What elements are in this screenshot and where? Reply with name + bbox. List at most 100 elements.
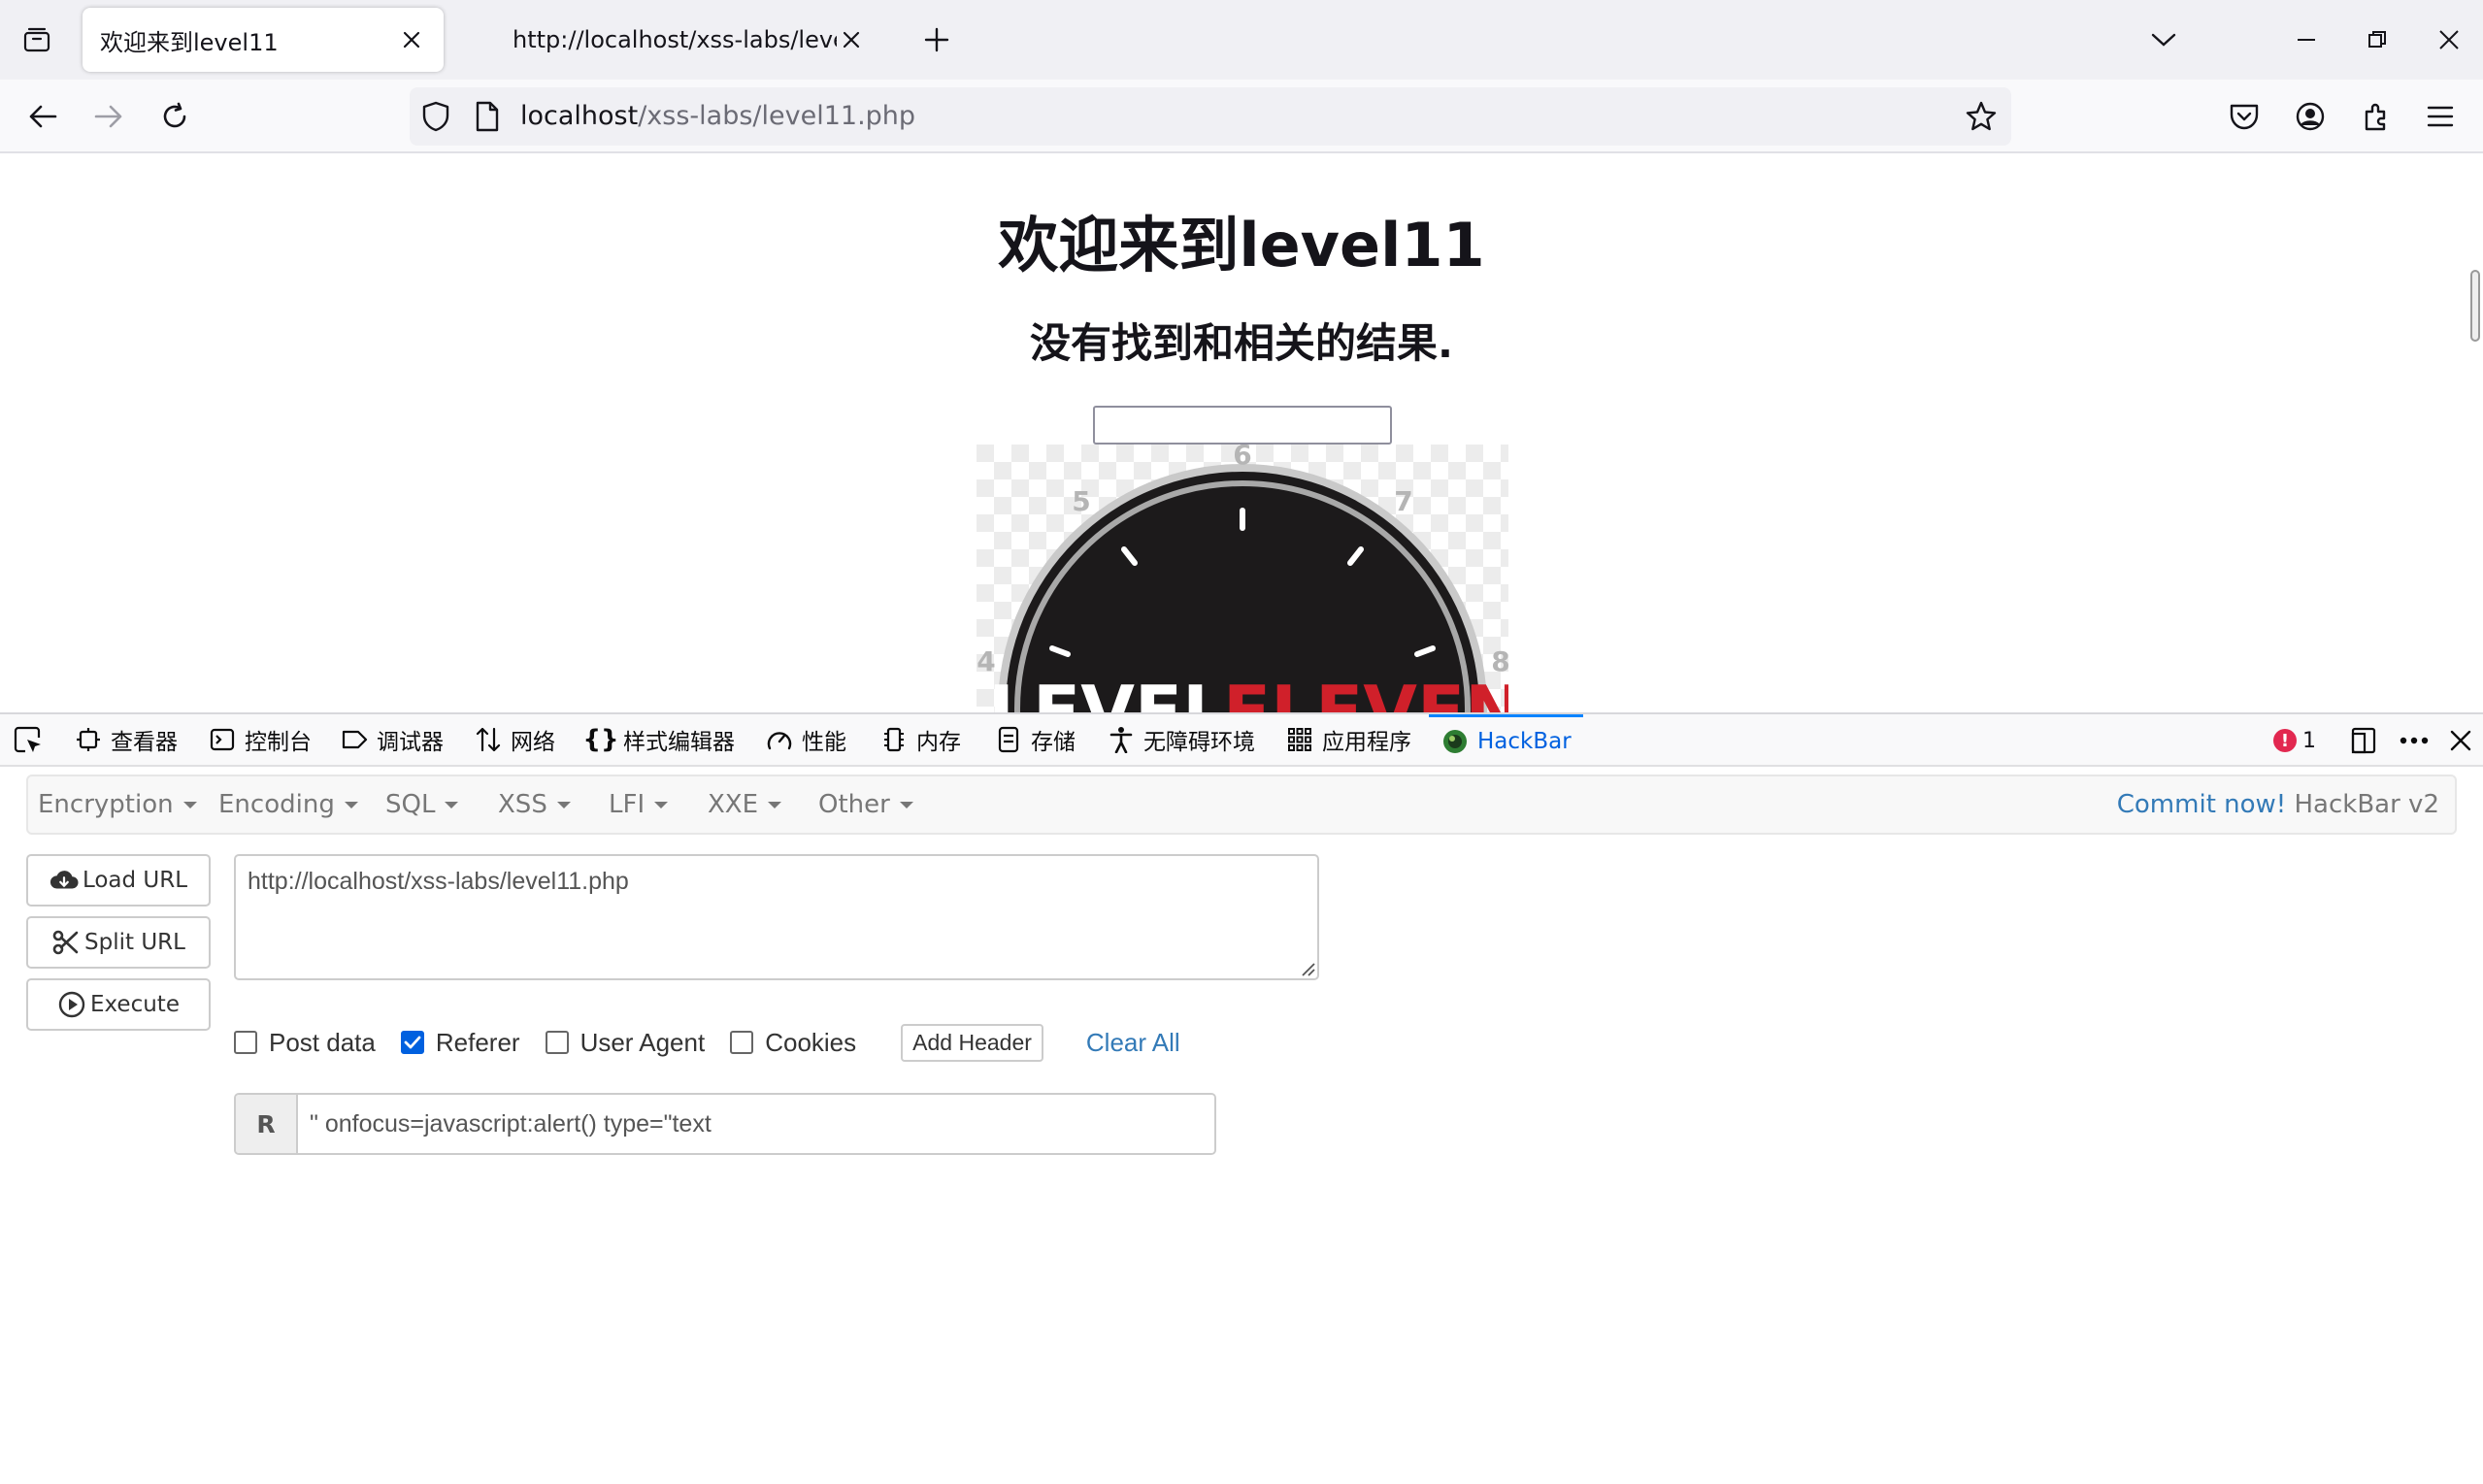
menu-label: Encoding	[218, 790, 335, 819]
account-icon[interactable]	[2287, 93, 2334, 140]
dial-number: 6	[1233, 445, 1251, 471]
split-url-button[interactable]: Split URL	[26, 916, 211, 969]
load-url-button[interactable]: Load URL	[26, 854, 211, 907]
error-count-badge[interactable]: ! 1	[2273, 724, 2316, 757]
checkbox-label: Referer	[435, 1027, 520, 1057]
tab-level11[interactable]: 欢迎来到level11	[83, 8, 444, 72]
forward-arrow-icon[interactable]	[85, 93, 132, 140]
caret-down-icon	[344, 801, 358, 808]
cloud-download-icon	[50, 866, 79, 895]
tab-label: 存储	[1031, 730, 1076, 755]
dial-number: 7	[1394, 485, 1412, 517]
application-icon	[1285, 725, 1314, 754]
tab-performance[interactable]: 性能	[765, 714, 846, 765]
shield-icon[interactable]	[419, 100, 452, 137]
close-tab-icon[interactable]	[837, 25, 866, 54]
checkbox-label: User Agent	[579, 1027, 706, 1057]
url-bar[interactable]: localhost/xss-labs/level11.php	[410, 87, 2011, 146]
tab-label: 内存	[916, 730, 961, 755]
referer-header-row: R " onfocus=javascript:alert() type="tex…	[234, 1093, 1216, 1155]
close-window-icon[interactable]	[2427, 17, 2471, 62]
hackbar-version: HackBar v2	[2294, 790, 2440, 819]
performance-icon	[765, 725, 794, 754]
menu-label: SQL	[385, 790, 436, 819]
tab-strip: 欢迎来到level11 http://localhost/xss-labs/le…	[0, 0, 2483, 80]
referer-input[interactable]: " onfocus=javascript:alert() type="text	[298, 1095, 1214, 1153]
tab-memory[interactable]: 内存	[879, 714, 961, 765]
checkmark-icon	[404, 1036, 421, 1049]
menu-other[interactable]: Other	[818, 776, 913, 833]
close-tab-icon[interactable]	[397, 25, 426, 54]
logo-word-eleven: ELEVEN	[1223, 671, 1508, 712]
page-scrollbar[interactable]	[2470, 270, 2480, 342]
user-agent-checkbox[interactable]: User Agent	[545, 1027, 706, 1058]
checkbox-box[interactable]	[545, 1031, 569, 1054]
new-tab-icon[interactable]	[918, 21, 955, 58]
bookmark-star-icon[interactable]	[1965, 100, 1998, 137]
execute-button[interactable]: Execute	[26, 978, 211, 1031]
checkbox-box[interactable]	[234, 1031, 257, 1054]
tab-application[interactable]: 应用程序	[1285, 714, 1411, 765]
style-editor-icon: {}	[582, 725, 619, 754]
tab-title: 欢迎来到level11	[100, 28, 279, 56]
tab-style-editor[interactable]: {} 样式编辑器	[582, 714, 735, 765]
post-data-checkbox[interactable]: Post data	[234, 1028, 376, 1058]
inspector-icon	[74, 725, 103, 754]
commit-now-link[interactable]: Commit now!	[2117, 790, 2286, 819]
menu-label: Encryption	[38, 790, 174, 819]
hackbar-brand: Commit now! HackBar v2	[2117, 776, 2439, 833]
chevron-down-icon[interactable]	[2145, 21, 2182, 58]
menu-icon[interactable]	[2417, 93, 2464, 140]
tab-level11-url[interactable]: http://localhost/xss-labs/level11.	[495, 8, 883, 72]
tab-console[interactable]: 控制台	[208, 714, 312, 765]
menu-xxe[interactable]: XXE	[708, 776, 782, 833]
level-eleven-logo: 4 5 6 7 8 LEVEL ELEVEN	[977, 445, 1508, 712]
reload-icon[interactable]	[151, 93, 198, 140]
menu-lfi[interactable]: LFI	[609, 776, 669, 833]
devtools-toolbar: 查看器 控制台 调试器 网络 {} 样式编辑器 性能 内存 存储 无障碍环境 应…	[0, 714, 2483, 767]
menu-encryption[interactable]: Encryption	[38, 776, 197, 833]
clear-all-link[interactable]: Clear All	[1086, 1028, 1180, 1058]
play-circle-icon	[57, 990, 86, 1019]
menu-sql[interactable]: SQL	[385, 776, 459, 833]
menu-label: XXE	[708, 790, 759, 819]
element-picker-icon[interactable]	[10, 722, 47, 759]
tab-storage[interactable]: 存储	[994, 714, 1076, 765]
resize-grip-icon[interactable]	[1298, 959, 1315, 976]
menu-xss[interactable]: XSS	[498, 776, 571, 833]
tab-overview-icon[interactable]	[16, 21, 58, 58]
tab-label: 应用程序	[1322, 730, 1411, 755]
back-arrow-icon[interactable]	[19, 93, 66, 140]
tab-title: http://localhost/xss-labs/level11.	[513, 26, 837, 53]
restore-icon[interactable]	[2355, 17, 2400, 62]
search-input[interactable]	[1093, 406, 1392, 445]
more-options-icon[interactable]	[2396, 722, 2433, 759]
add-header-button[interactable]: Add Header	[901, 1023, 1043, 1062]
extensions-icon[interactable]	[2353, 93, 2400, 140]
scissors-icon	[51, 928, 81, 957]
tab-label: 网络	[511, 730, 555, 755]
menu-encoding[interactable]: Encoding	[218, 776, 358, 833]
close-devtools-icon[interactable]	[2442, 722, 2479, 759]
tab-inspector[interactable]: 查看器	[74, 714, 178, 765]
minimize-icon[interactable]	[2284, 17, 2329, 62]
url-textarea[interactable]: http://localhost/xss-labs/level11.php	[234, 854, 1319, 980]
menu-label: LFI	[609, 790, 646, 819]
checkbox-box[interactable]	[730, 1031, 754, 1054]
tab-debugger[interactable]: 调试器	[340, 714, 444, 765]
checkbox-box[interactable]	[400, 1031, 424, 1054]
pocket-icon[interactable]	[2221, 93, 2268, 140]
page-info-icon[interactable]	[474, 101, 501, 136]
debugger-icon	[340, 725, 369, 754]
url-text[interactable]: localhost/xss-labs/level11.php	[520, 87, 915, 146]
referer-checkbox[interactable]: Referer	[400, 1027, 520, 1058]
menu-label: Other	[818, 790, 890, 819]
error-count: 1	[2302, 728, 2316, 753]
network-icon	[474, 725, 503, 754]
cookies-checkbox[interactable]: Cookies	[730, 1028, 856, 1058]
tab-label: 性能	[802, 730, 846, 755]
tab-hackbar[interactable]: HackBar	[1429, 714, 1583, 765]
tab-network[interactable]: 网络	[474, 714, 555, 765]
tab-accessibility[interactable]: 无障碍环境	[1107, 714, 1255, 765]
responsive-design-icon[interactable]	[2345, 722, 2382, 759]
